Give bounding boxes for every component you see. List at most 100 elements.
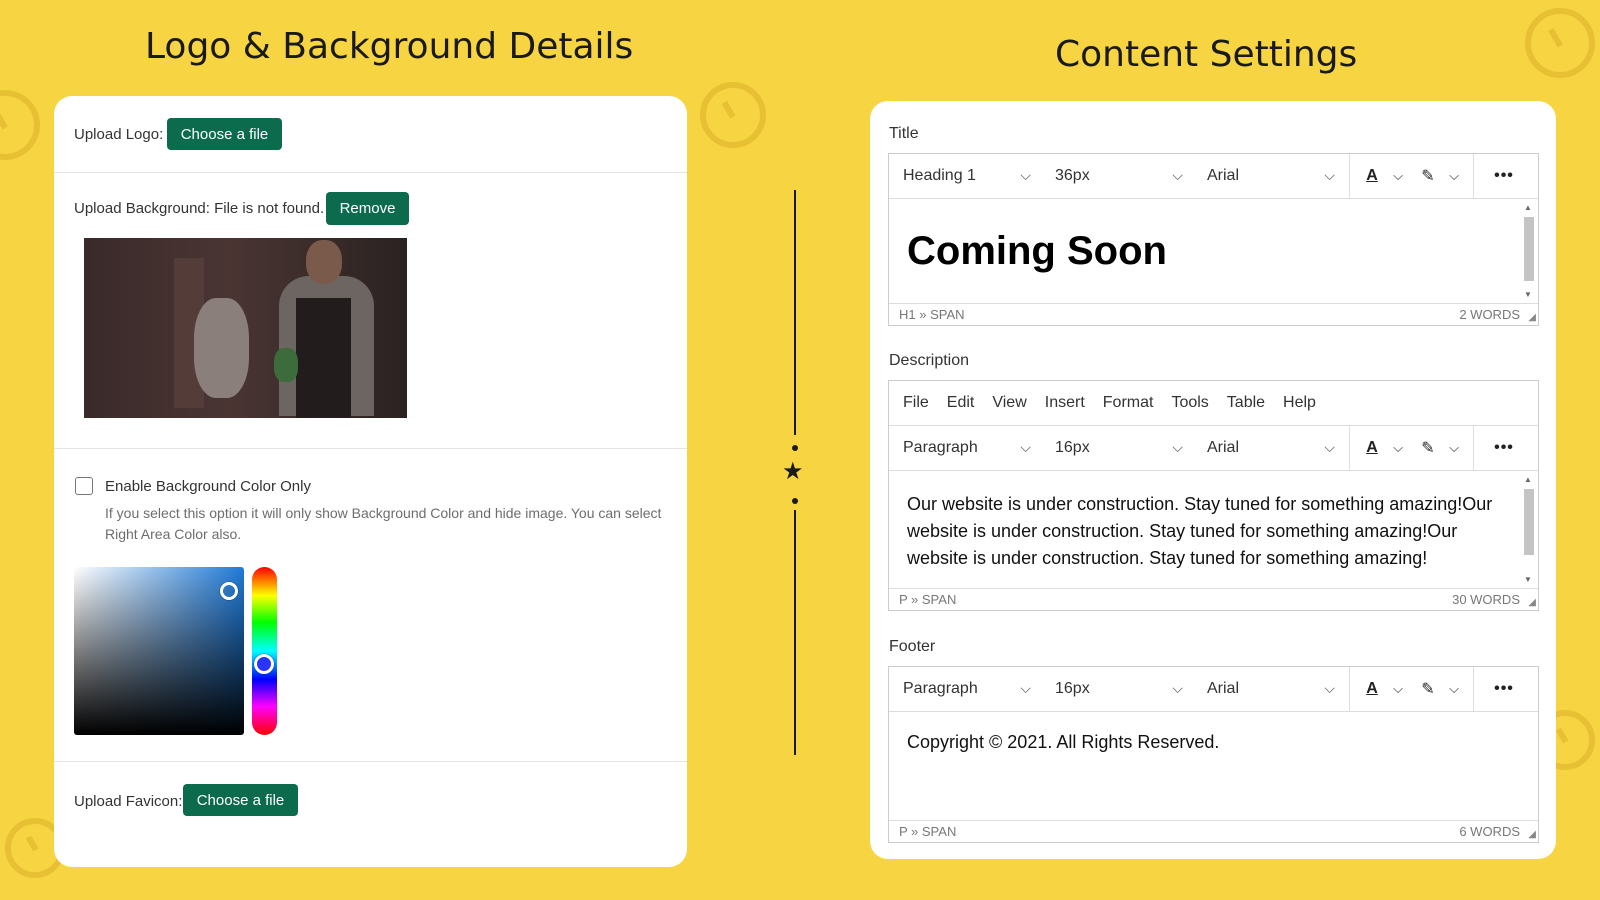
footer-toolbar: Paragraph ⌵ 16px ⌵ Arial ⌵ A ⌵ ✎ ⌵ •••	[889, 667, 1538, 712]
footer-text: Copyright © 2021. All Rights Reserved.	[907, 732, 1220, 752]
title-content-area[interactable]: Coming Soon ▲ ▼	[889, 199, 1538, 303]
color-picker-knob[interactable]	[220, 582, 238, 600]
menu-file[interactable]: File	[903, 394, 929, 412]
highlight-pen-icon[interactable]: ✎	[1413, 426, 1443, 470]
text-color-icon[interactable]: A	[1357, 426, 1387, 470]
font-size-dropdown[interactable]: 36px ⌵	[1041, 154, 1193, 198]
hue-slider-knob[interactable]	[254, 654, 274, 674]
clock-decoration-icon	[700, 82, 766, 148]
chevron-down-icon[interactable]: ⌵	[1387, 426, 1409, 470]
word-count: 6 WORDS	[1459, 824, 1520, 839]
more-dots-icon[interactable]: •••	[1479, 667, 1529, 711]
title-text: Coming Soon	[907, 229, 1167, 273]
title-scrollbar[interactable]: ▲ ▼	[1522, 203, 1536, 299]
menu-help[interactable]: Help	[1283, 394, 1316, 412]
description-menubar: File Edit View Insert Format Tools Table…	[889, 381, 1538, 426]
color-saturation-area[interactable]	[74, 567, 244, 735]
font-family-value: Arial	[1207, 439, 1240, 456]
block-format-value: Paragraph	[903, 680, 978, 697]
font-family-value: Arial	[1207, 680, 1240, 697]
scroll-thumb[interactable]	[1524, 217, 1534, 281]
scroll-down-icon[interactable]: ▼	[1524, 290, 1532, 299]
hue-slider[interactable]	[252, 567, 277, 735]
resize-handle-icon[interactable]: ◢	[1528, 829, 1536, 840]
scroll-down-icon[interactable]: ▼	[1524, 575, 1532, 584]
upload-background-label: Upload Background: File is not found.	[74, 200, 325, 217]
upload-background-row: Upload Background: File is not found. Re…	[54, 173, 687, 449]
more-dots-icon[interactable]: •••	[1479, 426, 1529, 470]
upload-logo-button[interactable]: Choose a file	[167, 118, 282, 150]
menu-edit[interactable]: Edit	[947, 394, 975, 412]
chevron-down-icon: ⌵	[1172, 680, 1183, 696]
title-statusbar: H1 » SPAN 2 WORDS ◢	[889, 303, 1538, 325]
upload-favicon-button[interactable]: Choose a file	[183, 784, 298, 816]
resize-handle-icon[interactable]: ◢	[1528, 597, 1536, 608]
more-dots-icon[interactable]: •••	[1479, 154, 1529, 198]
description-content-area[interactable]: Our website is under construction. Stay …	[889, 471, 1538, 588]
toolbar-separator	[1349, 426, 1350, 470]
menu-table[interactable]: Table	[1227, 394, 1265, 412]
footer-content-area[interactable]: Copyright © 2021. All Rights Reserved.	[889, 712, 1538, 820]
block-format-value: Heading 1	[903, 167, 976, 184]
chevron-down-icon: ⌵	[1020, 167, 1031, 183]
menu-format[interactable]: Format	[1103, 394, 1154, 412]
block-format-dropdown[interactable]: Heading 1 ⌵	[889, 154, 1041, 198]
description-scrollbar[interactable]: ▲ ▼	[1522, 475, 1536, 584]
upload-favicon-label: Upload Favicon:	[74, 793, 183, 810]
scroll-up-icon[interactable]: ▲	[1524, 475, 1532, 484]
enable-bg-color-checkbox[interactable]	[75, 477, 93, 495]
font-size-dropdown[interactable]: 16px ⌵	[1041, 426, 1193, 470]
menu-insert[interactable]: Insert	[1045, 394, 1085, 412]
scroll-up-icon[interactable]: ▲	[1524, 203, 1532, 212]
font-family-dropdown[interactable]: Arial ⌵	[1193, 154, 1345, 198]
remove-background-button[interactable]: Remove	[326, 192, 409, 225]
chevron-down-icon[interactable]: ⌵	[1443, 667, 1465, 711]
menu-tools[interactable]: Tools	[1171, 394, 1208, 412]
title-editor: Heading 1 ⌵ 36px ⌵ Arial ⌵ A ⌵ ✎ ⌵ ••• C…	[888, 153, 1539, 326]
element-path: P » SPAN	[899, 592, 957, 607]
divider-line	[794, 510, 796, 755]
photo-glove	[274, 348, 298, 382]
background-color-row: Enable Background Color Only If you sele…	[54, 449, 687, 762]
logo-background-card: Upload Logo: Choose a file Upload Backgr…	[54, 96, 687, 867]
chevron-down-icon: ⌵	[1020, 439, 1031, 455]
chevron-down-icon: ⌵	[1020, 680, 1031, 696]
divider-line	[794, 190, 796, 435]
menu-view[interactable]: View	[992, 394, 1026, 412]
toolbar-separator	[1473, 426, 1474, 470]
word-count: 2 WORDS	[1459, 307, 1520, 322]
enable-bg-color-label: Enable Background Color Only	[105, 478, 311, 495]
chevron-down-icon[interactable]: ⌵	[1443, 426, 1465, 470]
chevron-down-icon[interactable]: ⌵	[1443, 154, 1465, 198]
left-heading: Logo & Background Details	[145, 26, 634, 67]
font-family-dropdown[interactable]: Arial ⌵	[1193, 426, 1345, 470]
content-settings-card: Title Heading 1 ⌵ 36px ⌵ Arial ⌵ A ⌵ ✎ ⌵…	[870, 101, 1556, 859]
description-statusbar: P » SPAN 30 WORDS ◢	[889, 588, 1538, 610]
clock-decoration-icon	[1525, 8, 1595, 78]
footer-statusbar: P » SPAN 6 WORDS ◢	[889, 820, 1538, 842]
text-color-icon[interactable]: A	[1357, 154, 1387, 198]
highlight-pen-icon[interactable]: ✎	[1413, 154, 1443, 198]
toolbar-separator	[1473, 667, 1474, 711]
chevron-down-icon[interactable]: ⌵	[1387, 154, 1409, 198]
font-size-value: 16px	[1055, 680, 1090, 697]
text-color-icon[interactable]: A	[1357, 667, 1387, 711]
highlight-pen-icon[interactable]: ✎	[1413, 667, 1443, 711]
block-format-value: Paragraph	[903, 439, 978, 456]
font-size-dropdown[interactable]: 16px ⌵	[1041, 667, 1193, 711]
block-format-dropdown[interactable]: Paragraph ⌵	[889, 426, 1041, 470]
upload-favicon-row: Upload Favicon: Choose a file	[54, 762, 687, 867]
chevron-down-icon: ⌵	[1324, 680, 1335, 696]
clock-decoration-icon	[0, 90, 40, 160]
block-format-dropdown[interactable]: Paragraph ⌵	[889, 667, 1041, 711]
chevron-down-icon: ⌵	[1172, 167, 1183, 183]
chevron-down-icon: ⌵	[1324, 167, 1335, 183]
toolbar-separator	[1473, 154, 1474, 198]
scroll-thumb[interactable]	[1524, 489, 1534, 555]
description-text: Our website is under construction. Stay …	[907, 494, 1493, 568]
chevron-down-icon[interactable]: ⌵	[1387, 667, 1409, 711]
font-family-dropdown[interactable]: Arial ⌵	[1193, 667, 1345, 711]
footer-editor: Paragraph ⌵ 16px ⌵ Arial ⌵ A ⌵ ✎ ⌵ ••• C…	[888, 666, 1539, 843]
star-icon: ★	[782, 458, 804, 485]
resize-handle-icon[interactable]: ◢	[1528, 312, 1536, 323]
